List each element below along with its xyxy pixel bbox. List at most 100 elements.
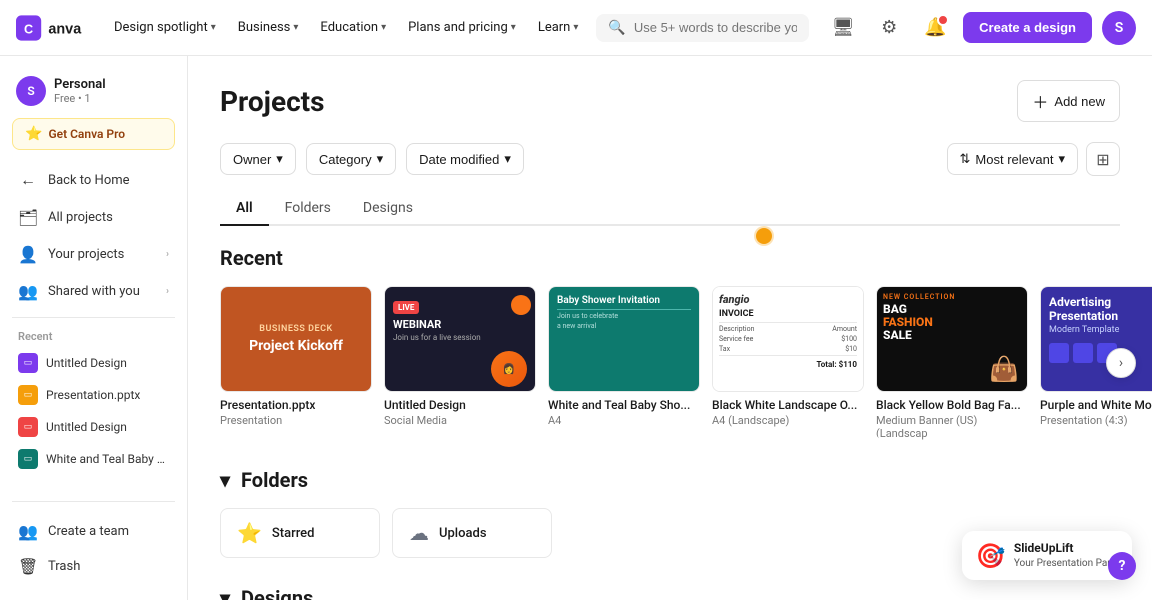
folder-label: Uploads (439, 526, 487, 541)
sort-button[interactable]: ⇅ Most relevant ▾ (947, 143, 1078, 175)
card-type-1: Social Media (384, 414, 536, 427)
section-collapse-icon[interactable]: ▾ (220, 586, 230, 600)
slideuplift-help-button[interactable]: ? (1108, 552, 1136, 580)
search-icon: 🔍 (608, 20, 625, 36)
star-icon: ⭐ (25, 126, 42, 142)
recent-item-3[interactable]: ▭ White and Teal Baby S... (8, 443, 179, 475)
main-content: Projects ＋ Add new Owner ▾ Category ▾ Da… (188, 56, 1152, 600)
folder-uploads[interactable]: ☁ Uploads (392, 508, 552, 558)
view-toggle-button[interactable]: ⊞ (1086, 142, 1120, 176)
card-name-3: Black White Landscape O... (712, 398, 864, 412)
sidebar-divider (12, 317, 175, 318)
recent-item-label: Untitled Design (46, 420, 127, 434)
svg-text:anva: anva (48, 21, 82, 37)
team-icon: 👥 (18, 522, 38, 541)
sidebar-item-shared-with-you[interactable]: 👥 Shared with you › (8, 274, 179, 309)
chevron-down-icon: ▾ (276, 151, 283, 167)
sidebar-item-all-projects[interactable]: 🗂 All projects (8, 200, 179, 235)
cards-next-button[interactable]: › (1106, 348, 1136, 378)
recent-section-title: Recent (220, 246, 1120, 270)
chevron-down-icon: ▾ (381, 22, 386, 33)
design-card-3[interactable]: fangio INVOICE DescriptionAmount Service… (712, 286, 864, 440)
design-card-2[interactable]: Baby Shower Invitation Join us to celebr… (548, 286, 700, 440)
card-type-0: Presentation (220, 414, 372, 427)
user-avatar[interactable]: S (1102, 11, 1136, 45)
folders-section-title: ▾ Folders (220, 468, 1120, 492)
filters-bar: Owner ▾ Category ▾ Date modified ▾ ⇅ Mos… (220, 142, 1120, 176)
recent-item-icon: ▭ (18, 353, 38, 373)
monitor-icon-btn[interactable]: 🖥 (825, 10, 861, 46)
chevron-down-icon: ▾ (211, 22, 216, 33)
recent-designs-row: BUSINESS DECK Project Kickoff Presentati… (220, 286, 1120, 440)
slideuplift-widget: 🎯 SlideUpLift Your Presentation Par... ? (962, 531, 1132, 580)
folder-starred[interactable]: ⭐ Starred (220, 508, 380, 558)
top-menu: Design spotlight ▾ Business ▾ Education … (104, 14, 588, 41)
section-collapse-icon[interactable]: ▾ (220, 468, 230, 492)
tab-designs[interactable]: Designs (347, 192, 429, 226)
design-card-1[interactable]: LIVE WEBINAR Join us for a live session … (384, 286, 536, 440)
sidebar-item-back-home[interactable]: ← Back to Home (8, 162, 179, 198)
card-type-4: Medium Banner (US) (Landscap (876, 414, 1028, 440)
menu-education[interactable]: Education ▾ (310, 14, 396, 41)
sidebar-item-label: Create a team (48, 524, 129, 539)
upload-cloud-icon: ☁ (409, 521, 429, 545)
card-thumbnail-3: fangio INVOICE DescriptionAmount Service… (712, 286, 864, 392)
date-filter[interactable]: Date modified ▾ (406, 143, 524, 175)
card-type-5: Presentation (4:3) (1040, 414, 1152, 427)
sidebar-navigation: ← Back to Home 🗂 All projects 👤 Your pro… (0, 162, 187, 309)
owner-filter[interactable]: Owner ▾ (220, 143, 296, 175)
recent-item-icon: ▭ (18, 449, 38, 469)
recent-item-icon: ▭ (18, 385, 38, 405)
sidebar-item-label: Trash (48, 559, 80, 574)
menu-design-spotlight[interactable]: Design spotlight ▾ (104, 14, 226, 41)
recent-item-label: Untitled Design (46, 356, 127, 370)
person-icon: 👤 (18, 245, 38, 264)
canva-logo[interactable]: C anva (16, 14, 88, 42)
get-canva-pro-button[interactable]: ⭐ Get Canva Pro (12, 118, 175, 150)
settings-icon-btn[interactable]: ⚙ (871, 10, 907, 46)
chevron-right-icon: › (166, 249, 169, 260)
fashion-thumbnail: new collection BAGFASHIONSALE 👜 (877, 287, 1027, 391)
filter-right: ⇅ Most relevant ▾ ⊞ (947, 142, 1120, 176)
search-bar[interactable]: 🔍 (596, 14, 809, 42)
baby-thumbnail: Baby Shower Invitation Join us to celebr… (549, 287, 699, 391)
sidebar-item-label: Shared with you (48, 284, 140, 299)
card-thumbnail-5: AdvertisingPresentation Modern Template (1040, 286, 1152, 392)
chevron-down-icon: ▾ (377, 151, 384, 167)
presentation-thumbnail: BUSINESS DECK Project Kickoff (221, 287, 371, 391)
design-card-4[interactable]: new collection BAGFASHIONSALE 👜 Black Ye… (876, 286, 1028, 440)
card-type-2: A4 (548, 414, 700, 427)
webinar-thumbnail: LIVE WEBINAR Join us for a live session … (385, 287, 535, 391)
folder-icon: 🗂 (18, 208, 38, 227)
add-new-button[interactable]: ＋ Add new (1017, 80, 1120, 122)
slideuplift-text: SlideUpLift Your Presentation Par... (1014, 541, 1118, 570)
notifications-icon-btn[interactable]: 🔔 (917, 10, 953, 46)
chevron-right-icon: › (166, 286, 169, 297)
sidebar-item-your-projects[interactable]: 👤 Your projects › (8, 237, 179, 272)
search-input[interactable] (634, 20, 797, 35)
menu-learn[interactable]: Learn ▾ (528, 14, 589, 41)
topnav-right: 🖥 ⚙ 🔔 Create a design S (825, 10, 1136, 46)
sidebar-item-trash[interactable]: 🗑 Trash (8, 549, 179, 584)
folder-label: Starred (272, 526, 315, 541)
recent-item-label: White and Teal Baby S... (46, 452, 169, 466)
recent-item-label: Presentation.pptx (46, 388, 140, 402)
tab-all[interactable]: All (220, 192, 269, 226)
menu-plans-pricing[interactable]: Plans and pricing ▾ (398, 14, 526, 41)
recent-item-2[interactable]: ▭ Untitled Design (8, 411, 179, 443)
plus-icon: ＋ (1032, 89, 1048, 113)
sidebar-user-info: S Personal Free • 1 (0, 68, 187, 118)
chevron-down-icon: ▾ (573, 22, 578, 33)
chevron-down-icon: ▾ (293, 22, 298, 33)
recent-item-1[interactable]: ▭ Presentation.pptx (8, 379, 179, 411)
sidebar-username: Personal (54, 77, 106, 92)
sidebar-avatar[interactable]: S (16, 76, 46, 106)
tab-folders[interactable]: Folders (269, 192, 347, 226)
sidebar-item-create-team[interactable]: 👥 Create a team (8, 514, 179, 549)
category-filter[interactable]: Category ▾ (306, 143, 396, 175)
recent-item-0[interactable]: ▭ Untitled Design (8, 347, 179, 379)
create-design-button[interactable]: Create a design (963, 12, 1092, 43)
design-card-0[interactable]: BUSINESS DECK Project Kickoff Presentati… (220, 286, 372, 440)
menu-business[interactable]: Business ▾ (228, 14, 309, 41)
card-name-5: Purple and White Moder... (1040, 398, 1152, 412)
